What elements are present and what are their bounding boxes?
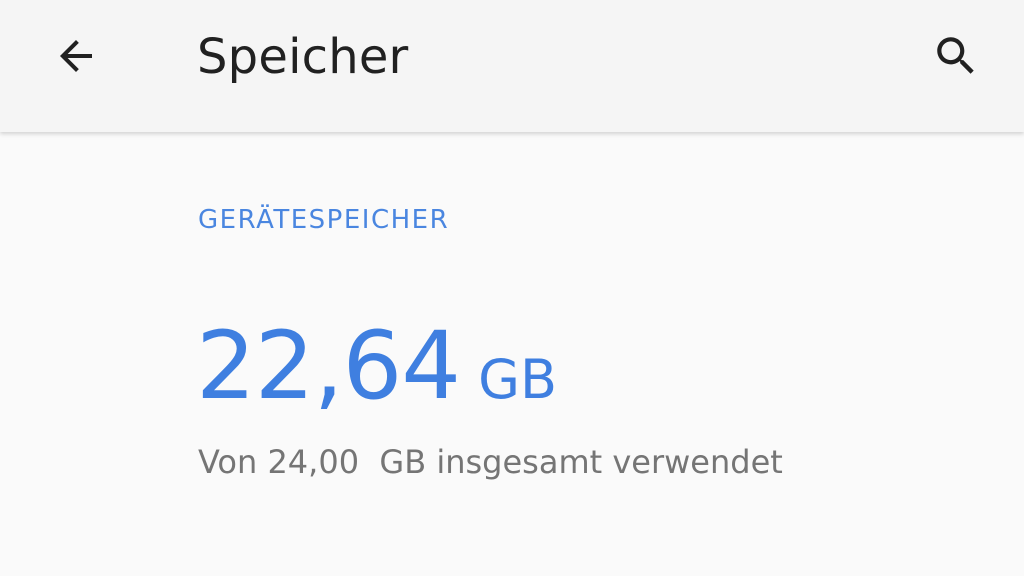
back-button[interactable]	[40, 20, 112, 92]
arrow-back-icon	[60, 40, 92, 72]
section-header-device-storage: GERÄTESPEICHER	[198, 205, 450, 235]
page-title: Speicher	[197, 29, 409, 85]
search-icon	[937, 37, 974, 74]
search-button[interactable]	[920, 20, 992, 92]
storage-used-value: 22,64 GB	[196, 312, 557, 422]
storage-used-number: 22,64	[196, 312, 461, 421]
storage-content: GERÄTESPEICHER 22,64 GB Von 24,00 GB insg…	[0, 132, 1024, 576]
storage-used-unit: GB	[478, 348, 557, 411]
storage-summary: Von 24,00 GB insgesamt verwendet	[198, 443, 783, 481]
app-bar: Speicher	[0, 0, 1024, 132]
